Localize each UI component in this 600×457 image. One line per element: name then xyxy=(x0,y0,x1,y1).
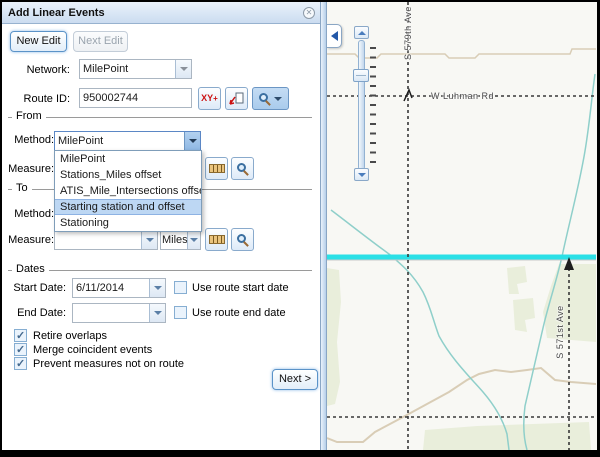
to-measure-combo[interactable] xyxy=(54,230,158,250)
to-units-combo[interactable]: Miles xyxy=(160,230,201,250)
chevron-down-icon[interactable] xyxy=(149,304,165,322)
from-measure-label: Measure: xyxy=(2,163,54,175)
road-label-s-579th-ave: S 579th Ave xyxy=(403,6,413,60)
app-window: Add Linear Events New Edit Next Edit Net… xyxy=(2,2,597,450)
zoom-in-button[interactable] xyxy=(354,26,369,39)
merge-coincident-events-label: Merge coincident events xyxy=(33,344,152,356)
panel-header: Add Linear Events xyxy=(2,2,320,24)
retire-overlaps-checkbox[interactable] xyxy=(14,329,27,342)
next-edit-button: Next Edit xyxy=(73,31,128,52)
xy-icon: XY+ xyxy=(201,94,218,103)
to-measure-on-map-button[interactable] xyxy=(205,228,228,251)
dropdown-option[interactable]: Stations_Miles offset xyxy=(55,167,201,183)
use-route-end-date-label: Use route end date xyxy=(192,307,286,319)
prevent-measures-checkbox[interactable] xyxy=(14,357,27,370)
to-legend: To xyxy=(12,182,32,194)
search-icon xyxy=(237,234,249,246)
screenshot-frame: Add Linear Events New Edit Next Edit Net… xyxy=(0,0,600,457)
to-measure-label: Measure: xyxy=(2,234,54,246)
zoom-out-button[interactable] xyxy=(354,168,369,181)
road-label-w-luhman-rd: W Luhman Rd xyxy=(431,91,494,101)
dropdown-option-highlighted[interactable]: Starting station and offset xyxy=(55,199,201,215)
ruler-icon xyxy=(209,164,225,173)
chevron-down-icon xyxy=(274,97,282,101)
select-route-icon xyxy=(229,91,244,106)
xy-coordinates-button[interactable]: XY+ xyxy=(198,87,221,110)
search-icon xyxy=(237,163,249,175)
use-route-start-date-checkbox[interactable] xyxy=(174,281,187,294)
chevron-left-icon xyxy=(331,31,338,41)
to-measure-value xyxy=(55,231,141,249)
to-method-label: Method: xyxy=(2,208,54,220)
chevron-up-icon xyxy=(358,31,366,35)
from-method-value: MilePoint xyxy=(55,132,184,150)
chevron-down-icon[interactable] xyxy=(175,60,191,78)
from-section-divider: From xyxy=(8,117,312,118)
network-combo[interactable]: MilePoint xyxy=(79,59,192,79)
chevron-down-icon[interactable] xyxy=(141,231,157,249)
to-units-value: Miles xyxy=(161,231,187,249)
dates-legend: Dates xyxy=(12,263,49,275)
method-dropdown-list: MilePoint Stations_Miles offset ATIS_Mil… xyxy=(54,150,202,232)
map-view[interactable]: S 579th Ave W Luhman Rd S 571st Ave xyxy=(327,2,597,450)
from-search-button[interactable] xyxy=(231,157,254,180)
route-id-label: Route ID: xyxy=(4,93,70,105)
end-date-value xyxy=(73,304,149,322)
route-id-input[interactable]: 950002744 xyxy=(79,88,192,108)
zoom-slider-ticks xyxy=(370,47,376,169)
end-date-label: End Date: xyxy=(2,307,66,319)
network-label: Network: xyxy=(4,64,70,76)
end-date-combo[interactable] xyxy=(72,303,166,323)
use-route-start-date-label: Use route start date xyxy=(192,282,289,294)
chevron-down-icon[interactable] xyxy=(187,231,200,249)
merge-coincident-events-checkbox[interactable] xyxy=(14,343,27,356)
next-button[interactable]: Next > xyxy=(272,369,318,390)
panel-title: Add Linear Events xyxy=(2,7,105,19)
use-route-end-date-checkbox[interactable] xyxy=(174,306,187,319)
search-route-dropdown-button[interactable] xyxy=(252,87,289,110)
dropdown-option[interactable]: Stationing xyxy=(55,215,201,231)
zoom-slider-track[interactable] xyxy=(358,40,365,170)
ruler-icon xyxy=(209,235,225,244)
new-edit-button[interactable]: New Edit xyxy=(10,31,67,52)
road-label-s-571st-ave: S 571st Ave xyxy=(555,305,565,358)
network-value: MilePoint xyxy=(80,60,175,78)
close-icon[interactable] xyxy=(303,7,315,19)
add-linear-events-panel: Add Linear Events New Edit Next Edit Net… xyxy=(2,2,321,450)
zoom-slider-handle[interactable] xyxy=(353,69,369,82)
search-icon xyxy=(259,93,271,105)
from-measure-on-map-button[interactable] xyxy=(205,157,228,180)
retire-overlaps-label: Retire overlaps xyxy=(33,330,107,342)
chevron-down-icon[interactable] xyxy=(184,132,200,150)
start-date-label: Start Date: xyxy=(2,282,66,294)
dropdown-option[interactable]: ATIS_Mile_Intersections offset xyxy=(55,183,201,199)
chevron-down-icon[interactable] xyxy=(149,279,165,297)
start-date-combo[interactable]: 6/11/2014 xyxy=(72,278,166,298)
from-method-label: Method: xyxy=(2,134,54,146)
to-search-button[interactable] xyxy=(231,228,254,251)
from-method-combo[interactable]: MilePoint xyxy=(54,131,201,151)
select-route-on-map-button[interactable] xyxy=(225,87,248,110)
prevent-measures-label: Prevent measures not on route xyxy=(33,358,184,370)
start-date-value: 6/11/2014 xyxy=(73,279,149,297)
from-legend: From xyxy=(12,110,46,122)
dropdown-option[interactable]: MilePoint xyxy=(55,151,201,167)
collapse-panel-button[interactable] xyxy=(327,24,342,48)
chevron-down-icon xyxy=(358,173,366,177)
dates-section-divider: Dates xyxy=(8,270,312,271)
